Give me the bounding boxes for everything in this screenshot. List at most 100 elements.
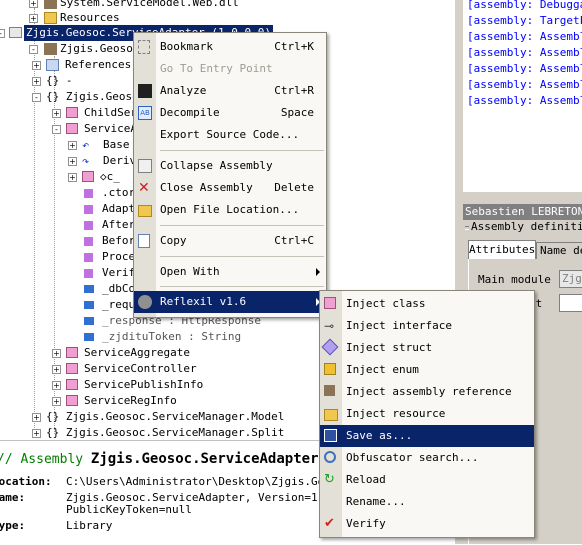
- menu-separator: [160, 286, 324, 287]
- menu-item-verify[interactable]: ✔ Verify: [320, 513, 534, 535]
- context-menu: Bookmark Ctrl+K Go To Entry Point Analyz…: [133, 32, 327, 318]
- tree-guide: [34, 8, 35, 438]
- interface-icon: ⊸: [324, 319, 335, 333]
- menu-item-shortcut: Ctrl+K: [274, 40, 314, 53]
- method-icon: [84, 253, 93, 262]
- code-line: [assembly: Assembly: [467, 94, 582, 107]
- expand-toggle-icon[interactable]: +: [52, 365, 61, 374]
- menu-item-inject-struct[interactable]: Inject struct: [320, 337, 534, 359]
- menu-item-label: Inject resource: [346, 407, 446, 420]
- analyze-icon: [138, 84, 152, 98]
- menu-item-open-file-location[interactable]: Open File Location...: [134, 199, 326, 221]
- code-line: [assembly: Debuggab: [467, 0, 582, 11]
- menu-item-reload[interactable]: ↻ Reload: [320, 469, 534, 491]
- class-icon: [66, 379, 78, 390]
- public-key-token: PublicKeyToken=null: [66, 503, 192, 516]
- menu-item-decompile[interactable]: AB Decompile Space: [134, 102, 326, 124]
- assembly-info-pane: // Assembly Zjgis.Geosoc.ServiceAdapter …: [0, 440, 344, 545]
- menu-item-collapse-assembly[interactable]: Collapse Assembly: [134, 155, 326, 177]
- collapse-toggle-icon[interactable]: -: [29, 45, 38, 54]
- menu-item-label: Copy: [160, 234, 187, 247]
- tab-attributes[interactable]: Attributes: [468, 240, 536, 259]
- menu-item-inject-resource[interactable]: Inject resource: [320, 403, 534, 425]
- menu-item-export-source-code[interactable]: Export Source Code...: [134, 124, 326, 146]
- collapse-toggle-icon[interactable]: -: [32, 93, 41, 102]
- tab-name[interactable]: Name de: [536, 242, 582, 260]
- field-icon: [84, 285, 94, 293]
- menu-item-obfuscator-search[interactable]: Obfuscator search...: [320, 447, 534, 469]
- menu-separator: [160, 225, 324, 226]
- menu-item-shortcut: Ctrl+R: [274, 84, 314, 97]
- menu-item-label: Inject assembly reference: [346, 385, 512, 398]
- expand-toggle-icon[interactable]: +: [68, 157, 77, 166]
- menu-item-bookmark[interactable]: Bookmark Ctrl+K: [134, 36, 326, 58]
- expand-toggle-icon[interactable]: +: [29, 14, 38, 23]
- method-icon: [84, 189, 93, 198]
- class-icon: [66, 107, 78, 118]
- collapse-toggle-icon[interactable]: -: [0, 29, 5, 38]
- expand-toggle-icon[interactable]: +: [68, 141, 77, 150]
- code-line: [assembly: Assembly: [467, 46, 582, 59]
- expand-toggle-icon[interactable]: +: [52, 397, 61, 406]
- expand-toggle-icon[interactable]: +: [52, 349, 61, 358]
- expand-toggle-icon[interactable]: +: [32, 77, 41, 86]
- field-icon: [84, 317, 94, 325]
- menu-item-close-assembly[interactable]: ✕ Close Assembly Delete: [134, 177, 326, 199]
- menu-item-inject-interface[interactable]: ⊸ Inject interface: [320, 315, 534, 337]
- expand-toggle-icon[interactable]: +: [32, 413, 41, 422]
- menu-item-label: Open File Location...: [160, 203, 300, 216]
- assembly-reference-icon: [324, 385, 335, 396]
- menu-item-label: Export Source Code...: [160, 128, 300, 141]
- bookmark-icon: [138, 40, 150, 54]
- menu-item-analyze[interactable]: Analyze Ctrl+R: [134, 80, 326, 102]
- expand-toggle-icon[interactable]: +: [52, 109, 61, 118]
- menu-item-open-with[interactable]: Open With: [134, 261, 326, 283]
- class-icon: [66, 347, 78, 358]
- close-icon: ✕: [138, 180, 150, 196]
- main-module-field[interactable]: Zjg: [559, 270, 582, 288]
- enum-icon: [324, 363, 336, 375]
- menu-item-inject-class[interactable]: Inject class: [320, 293, 534, 315]
- code-line: [assembly: Assembly: [467, 30, 582, 43]
- copy-icon: [138, 234, 150, 248]
- class-icon: [66, 123, 78, 134]
- reflexil-title: Sebastien LEBRETON's: [463, 204, 582, 220]
- menu-item-shortcut: Delete: [274, 181, 314, 194]
- type-value: Library: [66, 519, 113, 532]
- menu-item-go-to-entry-point[interactable]: Go To Entry Point: [134, 58, 326, 80]
- code-line: [assembly: Assembly: [467, 78, 582, 91]
- field-icon: [84, 301, 94, 309]
- search-icon: [324, 451, 336, 463]
- menu-item-copy[interactable]: Copy Ctrl+C: [134, 230, 326, 252]
- menu-item-rename[interactable]: Rename...: [320, 491, 534, 513]
- base-types-icon: ↶: [82, 138, 90, 152]
- save-icon: [324, 429, 337, 442]
- location-label: Location:: [0, 475, 52, 488]
- expand-toggle-icon[interactable]: +: [29, 0, 38, 8]
- collapse-toggle-icon[interactable]: -: [52, 125, 61, 134]
- class-icon: [66, 395, 78, 406]
- expand-toggle-icon[interactable]: +: [68, 173, 77, 182]
- expand-toggle-icon[interactable]: +: [32, 61, 41, 70]
- menu-item-inject-enum[interactable]: Inject enum: [320, 359, 534, 381]
- menu-item-label: Go To Entry Point: [160, 62, 273, 75]
- submenu-arrow-icon: [316, 268, 320, 276]
- checkmark-icon: ✔: [324, 516, 335, 531]
- type-label: Type:: [0, 519, 26, 532]
- menu-item-label: Close Assembly: [160, 181, 253, 194]
- code-view: [assembly: Debuggab [assembly: TargetFr …: [463, 0, 582, 192]
- menu-item-label: Rename...: [346, 495, 406, 508]
- menu-item-reflexil[interactable]: Reflexil v1.6: [134, 291, 326, 313]
- menu-item-label: Decompile: [160, 106, 220, 119]
- reflexil-icon: [138, 295, 152, 309]
- menu-item-save-as[interactable]: Save as...: [320, 425, 534, 447]
- entry-point-field[interactable]: [559, 294, 582, 312]
- menu-item-inject-assembly-reference[interactable]: Inject assembly reference: [320, 381, 534, 403]
- code-line: [assembly: TargetFr: [467, 14, 582, 27]
- expand-toggle-icon[interactable]: +: [32, 429, 41, 438]
- menu-item-label: Save as...: [346, 429, 413, 442]
- folder-icon: [44, 12, 57, 24]
- struct-icon: [321, 338, 339, 356]
- expand-toggle-icon[interactable]: +: [52, 381, 61, 390]
- menu-item-label: Reload: [346, 473, 386, 486]
